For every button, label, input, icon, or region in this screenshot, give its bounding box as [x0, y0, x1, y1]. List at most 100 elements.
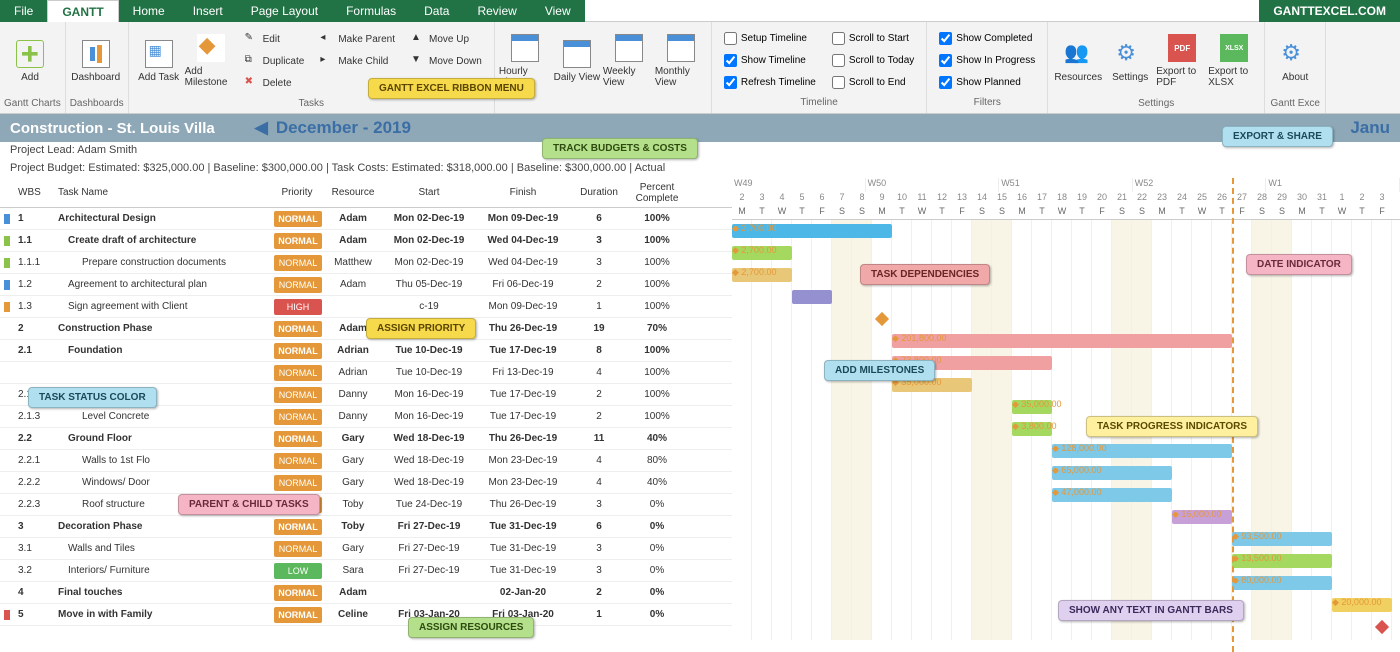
- make-child-button[interactable]: ▸Make Child: [316, 52, 399, 70]
- weekly-view-button[interactable]: Weekly View: [603, 24, 655, 98]
- group-label-dashboards: Dashboards: [70, 98, 124, 111]
- day-number: 21: [1112, 192, 1132, 206]
- table-row[interactable]: 1.1.1Prepare construction documentsNORMA…: [0, 252, 732, 274]
- table-row[interactable]: 2.2.1Walls to 1st FloNORMALGaryWed 18-De…: [0, 450, 732, 472]
- group-label-ganttexcel: Gantt Exce: [1269, 98, 1321, 111]
- tab-view[interactable]: View: [531, 0, 585, 22]
- day-of-week: M: [872, 206, 892, 219]
- table-row[interactable]: 1.1Create draft of architectureNORMALAda…: [0, 230, 732, 252]
- status-indicator: [4, 258, 10, 268]
- project-title: Construction - St. Louis Villa: [10, 120, 215, 137]
- duplicate-button[interactable]: ⧉Duplicate: [241, 52, 309, 70]
- day-number: 13: [952, 192, 972, 206]
- add-task-button[interactable]: Add Task: [133, 24, 185, 98]
- priority-badge: NORMAL: [274, 519, 322, 535]
- priority-badge: NORMAL: [274, 607, 322, 623]
- add-milestone-button[interactable]: Add Milestone: [185, 24, 237, 98]
- day-of-week: W: [772, 206, 792, 219]
- scroll-today-check[interactable]: Scroll to Today: [828, 51, 918, 69]
- show-timeline-check[interactable]: Show Timeline: [720, 51, 820, 69]
- day-of-week: F: [952, 206, 972, 219]
- priority-badge: LOW: [274, 563, 322, 579]
- tab-gantt[interactable]: GANTT: [47, 0, 118, 22]
- day-number: 31: [1312, 192, 1332, 206]
- bar-value-label: ◆ 128,000.00: [1052, 443, 1106, 454]
- day-number: 28: [1252, 192, 1272, 206]
- day-number: 15: [992, 192, 1012, 206]
- scroll-start-check[interactable]: Scroll to Start: [828, 30, 918, 48]
- make-parent-button[interactable]: ◂Make Parent: [316, 30, 399, 48]
- up-icon: ▲: [411, 32, 425, 46]
- tab-formulas[interactable]: Formulas: [332, 0, 410, 22]
- tab-review[interactable]: Review: [463, 0, 530, 22]
- refresh-timeline-check[interactable]: Refresh Timeline: [720, 73, 820, 91]
- add-chart-button[interactable]: Add: [4, 24, 56, 98]
- priority-badge: NORMAL: [274, 585, 322, 601]
- tab-data[interactable]: Data: [410, 0, 463, 22]
- tab-file[interactable]: File: [0, 0, 47, 22]
- tab-home[interactable]: Home: [119, 0, 179, 22]
- table-row[interactable]: 1.3Sign agreement with ClientHIGHc-19Mon…: [0, 296, 732, 318]
- gantt-bar[interactable]: [792, 290, 832, 304]
- table-header: WBS Task Name Priority Resource Start Fi…: [0, 178, 732, 208]
- priority-badge: HIGH: [274, 299, 322, 315]
- callout-assign-priority: ASSIGN PRIORITY: [366, 318, 476, 339]
- table-row[interactable]: 3.2Interiors/ FurnitureLOWSaraFri 27-Dec…: [0, 560, 732, 582]
- callout-add-milestones: ADD MILESTONES: [824, 360, 935, 381]
- brand-label: GANTTEXCEL.COM: [1259, 0, 1400, 22]
- day-number: 8: [852, 192, 872, 206]
- table-row[interactable]: 5Move in with FamilyNORMALCelineFri 03-J…: [0, 604, 732, 626]
- project-lead: Project Lead: Adam Smith: [0, 142, 1400, 160]
- callout-export-share: EXPORT & SHARE: [1222, 126, 1333, 147]
- scroll-end-check[interactable]: Scroll to End: [828, 73, 918, 91]
- day-of-week: M: [732, 206, 752, 219]
- priority-badge: NORMAL: [274, 541, 322, 557]
- tab-insert[interactable]: Insert: [179, 0, 237, 22]
- table-row[interactable]: 2.1.3Level ConcreteNORMALDannyMon 16-Dec…: [0, 406, 732, 428]
- monthly-view-button[interactable]: Monthly View: [655, 24, 707, 98]
- settings-button[interactable]: ⚙Settings: [1104, 24, 1156, 98]
- tab-page-layout[interactable]: Page Layout: [237, 0, 332, 22]
- table-row[interactable]: 2.2.3Roof structureNORMALTobyTue 24-Dec-…: [0, 494, 732, 516]
- table-row[interactable]: 3Decoration PhaseNORMALTobyFri 27-Dec-19…: [0, 516, 732, 538]
- setup-timeline-check[interactable]: Setup Timeline: [720, 30, 820, 48]
- show-completed-check[interactable]: Show Completed: [935, 30, 1039, 48]
- table-row[interactable]: 2.2Ground FloorNORMALGaryWed 18-Dec-19Th…: [0, 428, 732, 450]
- move-up-button[interactable]: ▲Move Up: [407, 30, 486, 48]
- bar-value-label: ◆ 2,700.00: [732, 245, 776, 256]
- table-row[interactable]: 1Architectural DesignNORMALAdamMon 02-De…: [0, 208, 732, 230]
- parent-icon: ◂: [320, 32, 334, 46]
- show-planned-check[interactable]: Show Planned: [935, 73, 1039, 91]
- export-xlsx-button[interactable]: XLSXExport to XLSX: [1208, 24, 1260, 98]
- show-inprogress-check[interactable]: Show In Progress: [935, 51, 1039, 69]
- daily-view-button[interactable]: Daily View: [551, 24, 603, 98]
- table-row[interactable]: 3.1Walls and TilesNORMALGaryFri 27-Dec-1…: [0, 538, 732, 560]
- table-row[interactable]: NORMALAdrianTue 10-Dec-19Fri 13-Dec-1941…: [0, 362, 732, 384]
- nav-prev-icon[interactable]: ◀: [255, 118, 268, 138]
- day-number: 25: [1192, 192, 1212, 206]
- day-of-week: S: [852, 206, 872, 219]
- bar-value-label: ◆ 35,000.00: [1012, 399, 1061, 410]
- dashboard-button[interactable]: Dashboard: [70, 24, 122, 98]
- status-indicator: [4, 302, 10, 312]
- day-of-week: M: [1012, 206, 1032, 219]
- day-number: 1: [1332, 192, 1352, 206]
- edit-button[interactable]: ✎Edit: [241, 30, 309, 48]
- table-row[interactable]: 4Final touchesNORMALAdam02-Jan-2020%: [0, 582, 732, 604]
- export-pdf-button[interactable]: PDFExport to PDF: [1156, 24, 1208, 98]
- bar-value-label: ◆ 80,000.00: [1232, 575, 1281, 586]
- about-button[interactable]: ⚙About: [1269, 24, 1321, 98]
- resources-button[interactable]: 👥Resources: [1052, 24, 1104, 98]
- next-month: Janu: [1350, 118, 1390, 138]
- delete-button[interactable]: ✖Delete: [241, 74, 309, 92]
- table-row[interactable]: 1.2Agreement to architectural planNORMAL…: [0, 274, 732, 296]
- table-row[interactable]: 2.1FoundationNORMALAdrianTue 10-Dec-19Tu…: [0, 340, 732, 362]
- day-number: 14: [972, 192, 992, 206]
- bar-value-label: ◆ 16,000.00: [1172, 509, 1221, 520]
- day-number: 7: [832, 192, 852, 206]
- table-row[interactable]: 2.2.2Windows/ DoorNORMALGaryWed 18-Dec-1…: [0, 472, 732, 494]
- day-of-week: T: [892, 206, 912, 219]
- move-down-button[interactable]: ▼Move Down: [407, 52, 486, 70]
- bar-value-label: ◆ 3,800.00: [1012, 421, 1056, 432]
- day-number: 29: [1272, 192, 1292, 206]
